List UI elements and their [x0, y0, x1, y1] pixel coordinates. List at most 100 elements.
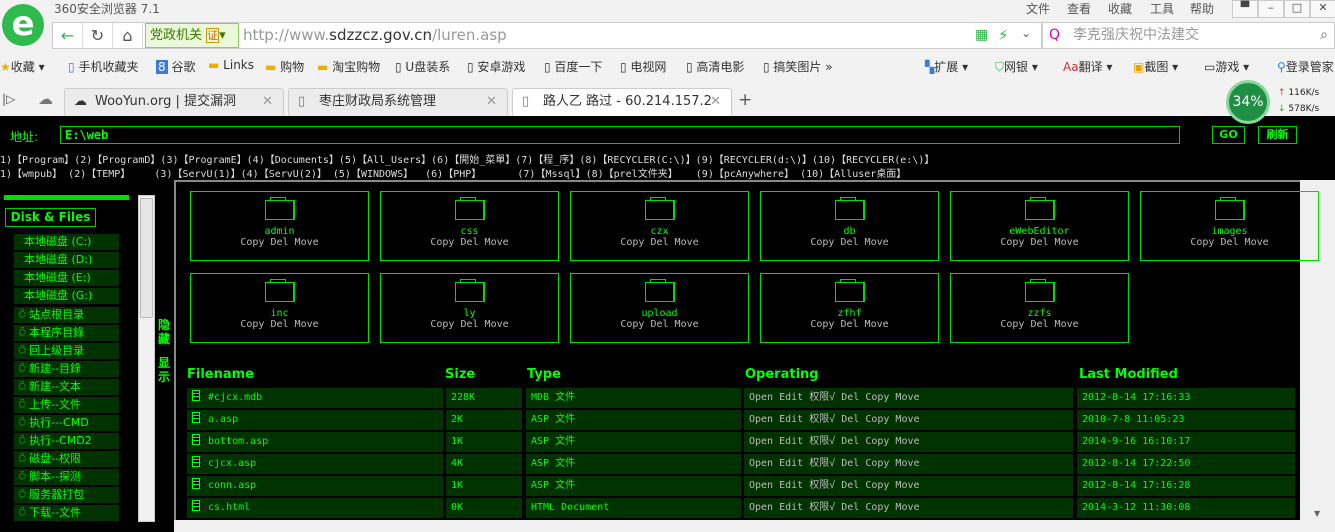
folder-name[interactable]: upload [571, 308, 748, 319]
sidebar-link[interactable]: ⍥ 服务器打包 [14, 487, 119, 503]
tool-login-manager[interactable]: ⚲登录管家 [1277, 58, 1334, 75]
sidebar-link[interactable]: ⍥ 执行--CMD2 [14, 433, 119, 449]
sidebar-disk[interactable]: 本地磁盘 (E:) [14, 270, 119, 286]
quick-link[interactable]: 1)【wmpub】 [0, 169, 68, 180]
bookmark-usb[interactable]: ▯ U盘装系 [395, 58, 450, 75]
folder-operations[interactable]: Copy Del Move [571, 319, 748, 330]
reload-icon[interactable]: ↻ [83, 23, 113, 48]
folder-name[interactable]: ly [381, 308, 558, 319]
address-bar[interactable]: ← ↻ ⌂ 党政机关 证▾ http://www.sdzzcz.gov.cn/l… [52, 22, 1042, 49]
cloud-icon[interactable]: ☁ [38, 90, 53, 108]
file-name-cell[interactable]: bottom.asp [187, 432, 443, 452]
tool-extensions[interactable]: ▚扩展 ▾ [925, 58, 968, 75]
refresh-button[interactable]: 刷新 [1258, 126, 1297, 144]
file-name[interactable]: bottom.asp [208, 436, 268, 447]
file-name[interactable]: cjcx.asp [208, 458, 256, 469]
folder-card[interactable]: eWebEditor Copy Del Move [950, 191, 1129, 261]
bookmark-taobao[interactable]: ▬ 淘宝购物 [317, 58, 380, 75]
qrcode-icon[interactable]: ▦ [975, 27, 988, 43]
file-name-cell[interactable]: a.asp [187, 410, 443, 430]
quick-link[interactable]: (6)【PHP】 [425, 169, 517, 180]
sidebar-link[interactable]: ⍥ 上传--文件 [14, 397, 119, 413]
tab-wooyun[interactable]: ☁ WooYun.org | 提交漏洞 ✕ [64, 88, 284, 116]
quick-link[interactable]: (5)【WINDOWS】 [333, 169, 425, 180]
sidebar-link[interactable]: ⍥ 磁盘--权限 [14, 451, 119, 467]
folder-operations[interactable]: Copy Del Move [1141, 237, 1318, 248]
tool-games[interactable]: ▭游戏 ▾ [1204, 58, 1249, 75]
minimize-button[interactable]: – [1258, 0, 1284, 18]
folder-card[interactable]: upload Copy Del Move [570, 273, 749, 343]
new-tab-button[interactable]: + [738, 90, 752, 110]
quick-link[interactable]: (7)【Mssql】 [517, 169, 585, 180]
folder-name[interactable]: css [381, 226, 558, 237]
disk-files-button[interactable]: Disk & Files [5, 208, 96, 227]
tab-zaozhuang[interactable]: ▯ 枣庄财政局系统管理 ✕ [288, 88, 508, 116]
close-window-button[interactable]: ✕ [1310, 0, 1335, 18]
file-operations-cell[interactable]: Open Edit 权限√ Del Copy Move [744, 476, 1073, 496]
folder-name[interactable]: zzfs [951, 308, 1128, 319]
go-button[interactable]: GO [1212, 126, 1245, 144]
sidebar-link[interactable]: ⍥ 下载--文件 [14, 505, 119, 521]
sidebar-link[interactable]: ⍥ 脚本--探测 [14, 469, 119, 485]
menu-view[interactable]: 查看 [1067, 0, 1091, 17]
tool-translate[interactable]: Aa翻译 ▾ [1063, 58, 1112, 75]
file-name-cell[interactable]: #cjcx.mdb [187, 388, 443, 408]
folder-operations[interactable]: Copy Del Move [191, 237, 368, 248]
folder-card[interactable]: czx Copy Del Move [570, 191, 749, 261]
folder-card[interactable]: db Copy Del Move [760, 191, 939, 261]
sidebar-scrollbar[interactable] [138, 195, 155, 522]
menu-tools[interactable]: 工具 [1150, 0, 1174, 17]
menu-file[interactable]: 文件 [1026, 0, 1050, 17]
sidebar-toggle-icon[interactable]: |▷ [2, 92, 15, 106]
file-name-cell[interactable]: conn.asp [187, 476, 443, 496]
speed-meter[interactable]: 34% [1226, 80, 1270, 124]
gov-badge[interactable]: 党政机关 证▾ [145, 23, 239, 48]
sidebar-link[interactable]: ⍥ 回上级目录 [14, 343, 119, 359]
bookmark-shopping[interactable]: ▬ 购物 [265, 58, 304, 75]
search-icon[interactable]: ⌕ [1320, 23, 1328, 48]
quick-link[interactable]: (10)【Alluser桌面】 [800, 169, 906, 180]
home-icon[interactable]: ⌂ [113, 23, 143, 48]
lightning-icon[interactable]: ⚡ [998, 26, 1009, 44]
file-name[interactable]: #cjcx.mdb [208, 392, 262, 403]
bookmark-hd-movies[interactable]: ▯ 高清电影 [686, 58, 744, 75]
show-sidebar-link[interactable]: 显示 [158, 356, 172, 384]
folder-name[interactable]: images [1141, 226, 1318, 237]
tool-banking[interactable]: ⛉网银 ▾ [995, 58, 1038, 75]
sidebar-disk[interactable]: 本地磁盘 (G:) [14, 288, 119, 304]
bookmark-funny-pics[interactable]: ▯ 搞笑图片 » [763, 58, 833, 75]
tab-close-icon[interactable]: ✕ [262, 89, 273, 115]
quick-link[interactable]: (8)【prel文件夹】 [586, 169, 696, 180]
back-icon[interactable]: ← [53, 23, 83, 48]
quick-link[interactable]: (4)【ServU(2)】 [241, 169, 333, 180]
folder-operations[interactable]: Copy Del Move [381, 319, 558, 330]
file-name-cell[interactable]: cjcx.asp [187, 454, 443, 474]
sidebar-link[interactable]: ⍥ 新建--目錄 [14, 361, 119, 377]
sidebar-disk[interactable]: 本地磁盘 (D:) [14, 252, 119, 268]
quick-link[interactable]: (3)【ServU(1)】 [154, 169, 240, 180]
folder-card[interactable]: ly Copy Del Move [380, 273, 559, 343]
folder-name[interactable]: inc [191, 308, 368, 319]
folder-card[interactable]: admin Copy Del Move [190, 191, 369, 261]
file-operations-cell[interactable]: Open Edit 权限√ Del Copy Move [744, 498, 1073, 518]
file-operations-cell[interactable]: Open Edit 权限√ Del Copy Move [744, 432, 1073, 452]
scroll-down-icon[interactable]: ▼ [1314, 509, 1320, 518]
search-engine-icon[interactable]: Q [1049, 23, 1060, 48]
sidebar-link[interactable]: ⍥ 新建--文本 [14, 379, 119, 395]
file-operations-cell[interactable]: Open Edit 权限√ Del Copy Move [744, 388, 1073, 408]
tab-close-icon[interactable]: ✕ [710, 89, 721, 115]
file-name[interactable]: conn.asp [208, 480, 256, 491]
sidebar-link[interactable]: ⍥ 执行---CMD [14, 415, 119, 431]
folder-operations[interactable]: Copy Del Move [571, 237, 748, 248]
file-name[interactable]: cs.html [208, 502, 250, 513]
sidebar-disk[interactable]: 本地磁盘 (C:) [14, 234, 119, 250]
folder-card[interactable]: inc Copy Del Move [190, 273, 369, 343]
file-operations-cell[interactable]: Open Edit 权限√ Del Copy Move [744, 454, 1073, 474]
folder-operations[interactable]: Copy Del Move [381, 237, 558, 248]
maximize-button[interactable]: □ [1284, 0, 1310, 18]
url-text[interactable]: http://www.sdzzcz.gov.cn/luren.asp [243, 26, 507, 44]
folder-operations[interactable]: Copy Del Move [761, 237, 938, 248]
tool-screenshot[interactable]: ▣截图 ▾ [1133, 58, 1178, 75]
bookmark-baidu[interactable]: ▯ 百度一下 [544, 58, 602, 75]
sidebar-link[interactable]: ⍥ 站点根目录 [14, 307, 119, 323]
